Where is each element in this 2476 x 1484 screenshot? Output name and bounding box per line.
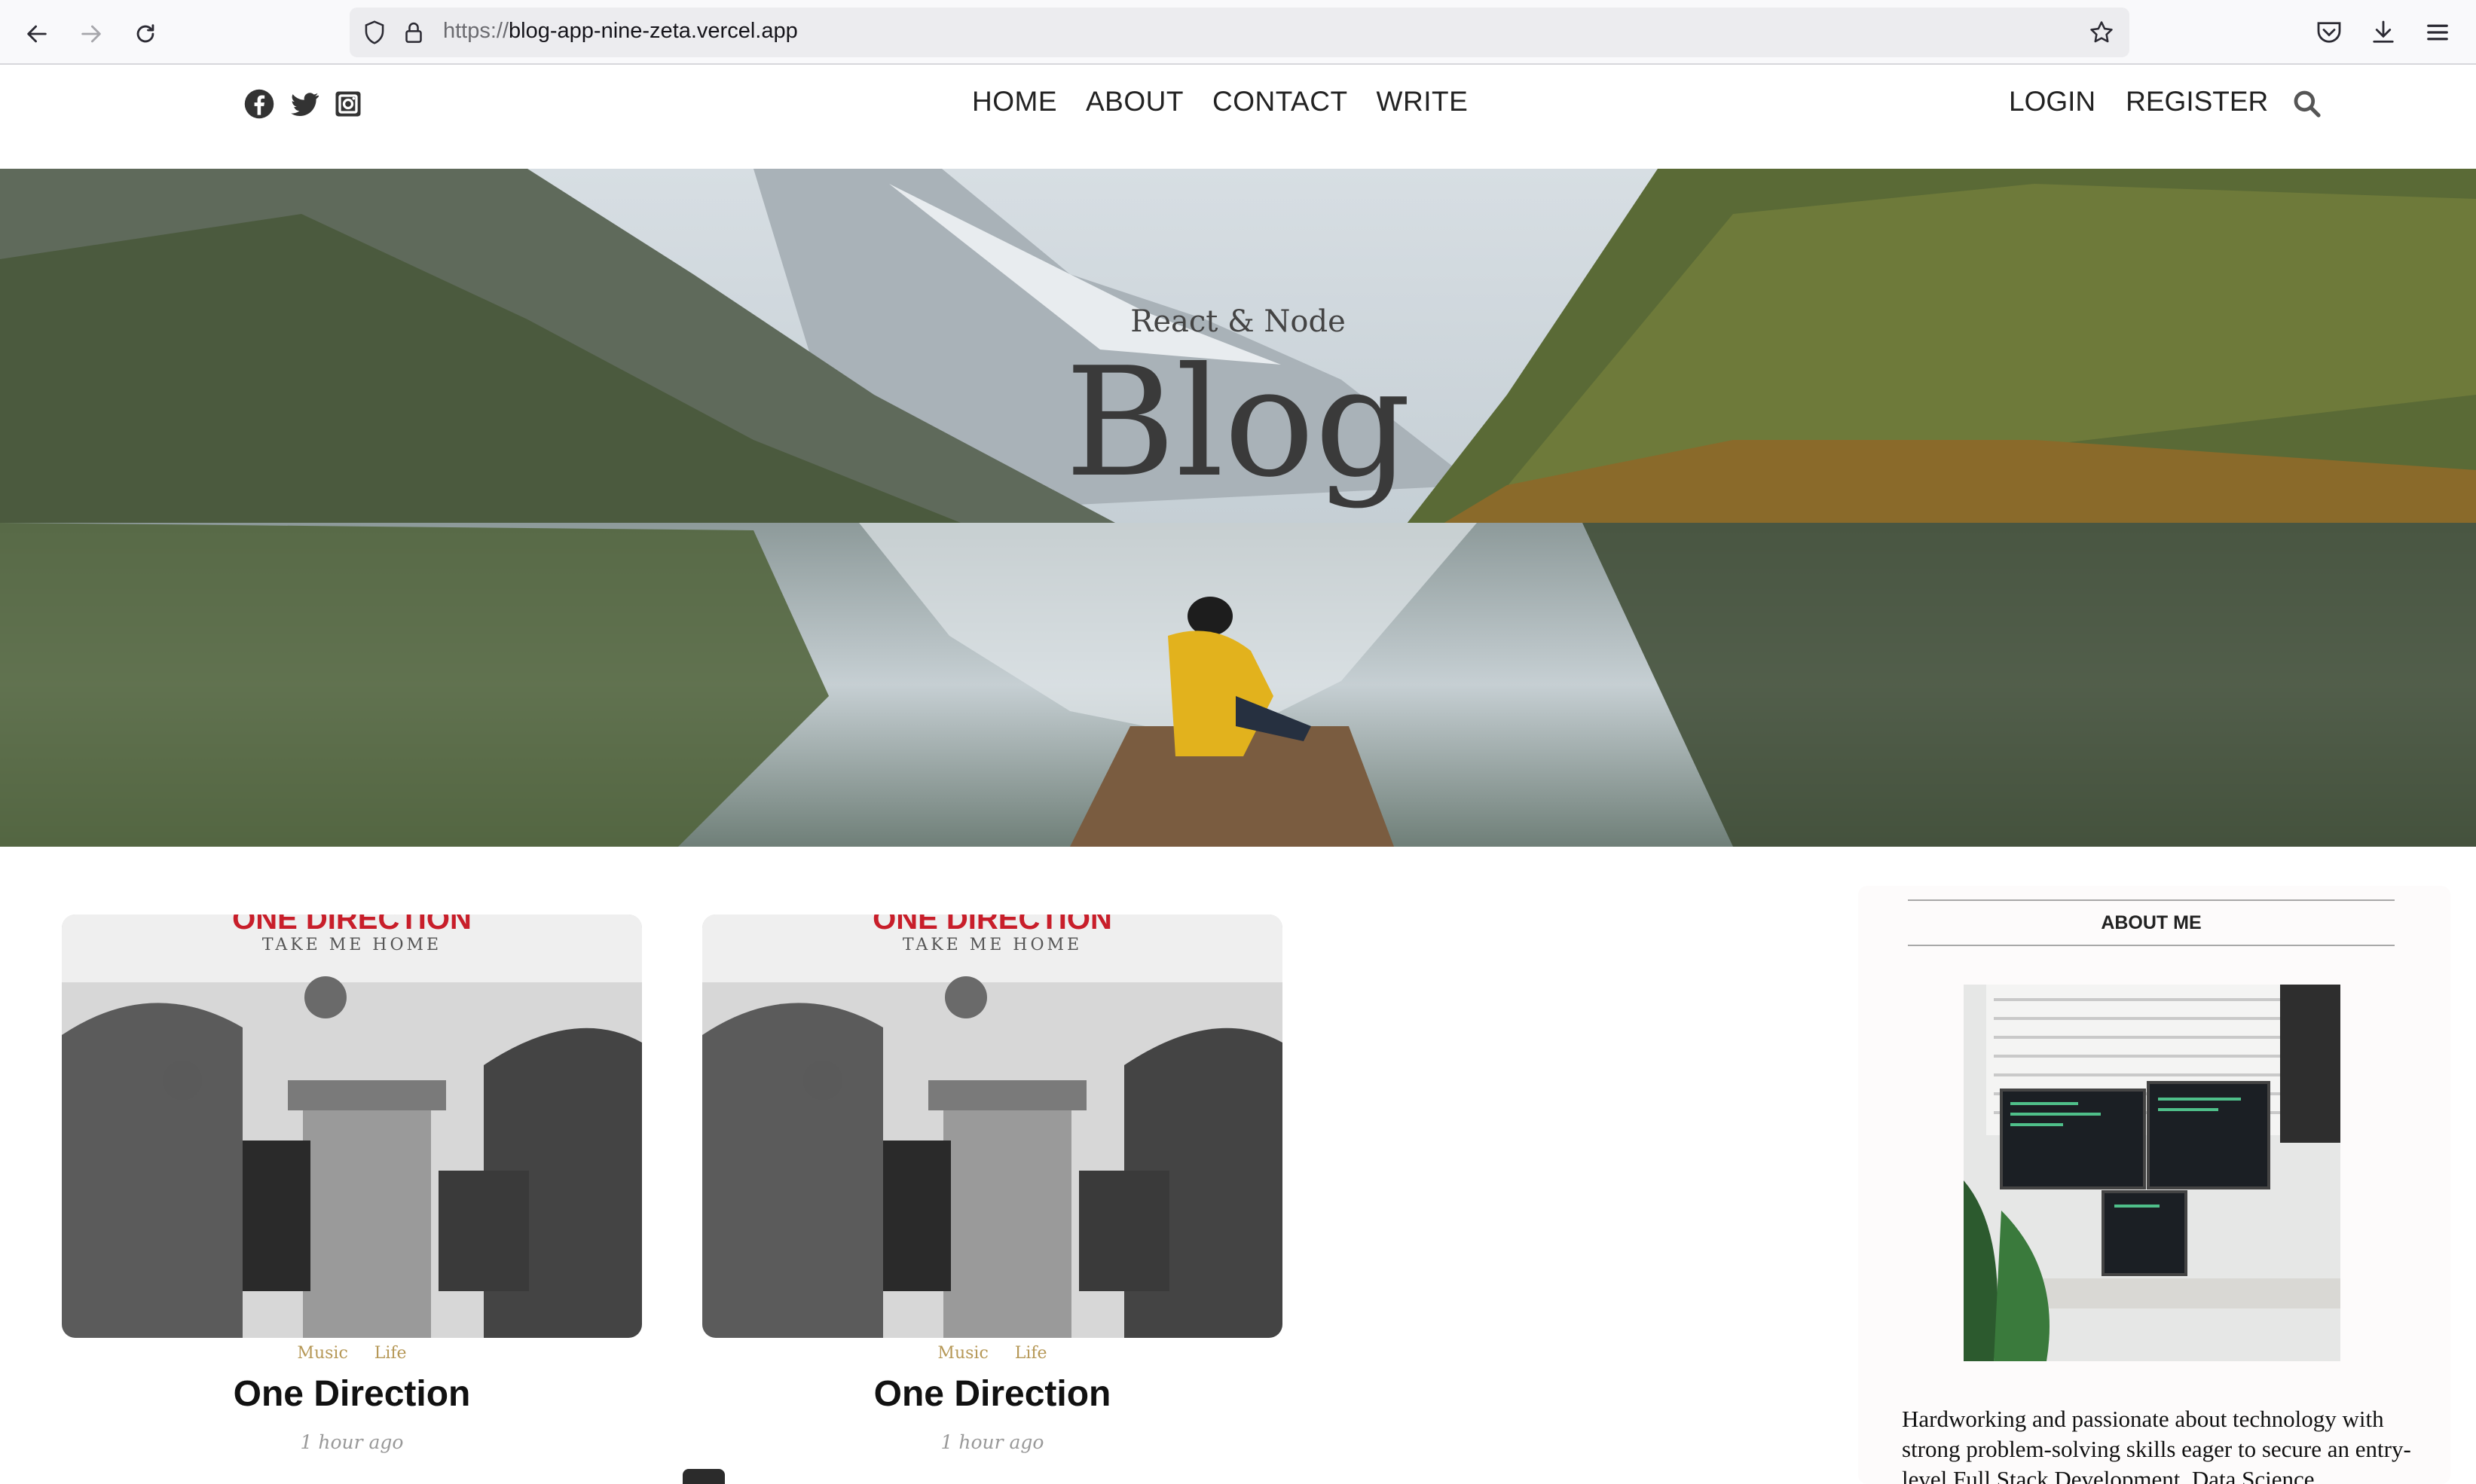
nav-home[interactable]: HOME <box>972 86 1057 118</box>
post-cover-image[interactable]: ONE DIRECTION TAKE ME HOME <box>62 915 642 1338</box>
nav-register[interactable]: REGISTER <box>2126 86 2268 118</box>
post-category[interactable]: Life <box>374 1344 407 1363</box>
star-icon[interactable] <box>2087 18 2116 47</box>
sidebar-about-image <box>1964 985 2340 1361</box>
cover-band-name: ONE DIRECTION <box>873 915 1112 936</box>
post-cover-image[interactable]: ONE DIRECTION TAKE ME HOME <box>702 915 1282 1338</box>
url-protocol: https:// <box>443 19 509 43</box>
address-bar[interactable]: https://blog-app-nine-zeta.vercel.app <box>350 8 2129 57</box>
nav-about[interactable]: ABOUT <box>1086 86 1184 118</box>
instagram-icon[interactable] <box>332 87 365 121</box>
shield-icon[interactable] <box>360 18 389 47</box>
download-icon[interactable] <box>2367 17 2399 48</box>
sidebar-about-text: Hardworking and passionate about technol… <box>1902 1406 2411 1484</box>
nav-write[interactable]: WRITE <box>1377 86 1469 118</box>
header-title: Blog <box>1065 335 1411 511</box>
lock-icon[interactable] <box>399 18 428 47</box>
post-date: 1 hour ago <box>940 1431 1044 1453</box>
cover-album-title: TAKE ME HOME <box>902 936 1083 954</box>
nav-contact[interactable]: CONTACT <box>1212 86 1348 118</box>
auth-links: LOGIN REGISTER <box>2009 86 2268 118</box>
post-title[interactable]: One Direction <box>702 1373 1282 1415</box>
scroll-hint[interactable] <box>683 1469 725 1484</box>
post-title[interactable]: One Direction <box>62 1373 642 1415</box>
search-icon[interactable] <box>2291 87 2324 121</box>
forward-icon[interactable] <box>72 15 110 53</box>
post-categories: Music Life <box>62 1344 642 1363</box>
header-image: React & Node Blog <box>0 169 2476 847</box>
url-text[interactable]: https://blog-app-nine-zeta.vercel.app <box>443 19 798 44</box>
url-host: blog-app-nine-zeta.vercel.app <box>509 19 798 43</box>
nav-login[interactable]: LOGIN <box>2009 86 2095 118</box>
post-category[interactable]: Music <box>297 1344 347 1363</box>
main-nav: HOME ABOUT CONTACT WRITE <box>972 86 1468 118</box>
post-category[interactable]: Music <box>937 1344 988 1363</box>
site-topbar: HOME ABOUT CONTACT WRITE LOGIN REGISTER <box>0 66 2476 169</box>
post-category[interactable]: Life <box>1015 1344 1047 1363</box>
menu-icon[interactable] <box>2422 17 2453 48</box>
twitter-icon[interactable] <box>288 87 321 121</box>
post-categories: Music Life <box>702 1344 1282 1363</box>
cover-band-name: ONE DIRECTION <box>232 915 472 936</box>
reload-icon[interactable] <box>127 15 164 53</box>
post-card[interactable]: ONE DIRECTION TAKE ME HOME Music Life On… <box>702 915 1282 1453</box>
post-date: 1 hour ago <box>300 1431 404 1453</box>
back-icon[interactable] <box>18 15 56 53</box>
facebook-icon[interactable] <box>243 87 276 121</box>
pocket-icon[interactable] <box>2313 17 2345 48</box>
browser-toolbar: https://blog-app-nine-zeta.vercel.app <box>0 0 2476 65</box>
header-subtitle: React & Node <box>1130 304 1346 339</box>
post-card[interactable]: ONE DIRECTION TAKE ME HOME Music Life On… <box>62 915 642 1453</box>
cover-album-title: TAKE ME HOME <box>261 936 442 954</box>
sidebar: ABOUT ME Hardworking and passionate abou… <box>1858 886 2450 1484</box>
sidebar-title: ABOUT ME <box>1908 899 2395 946</box>
